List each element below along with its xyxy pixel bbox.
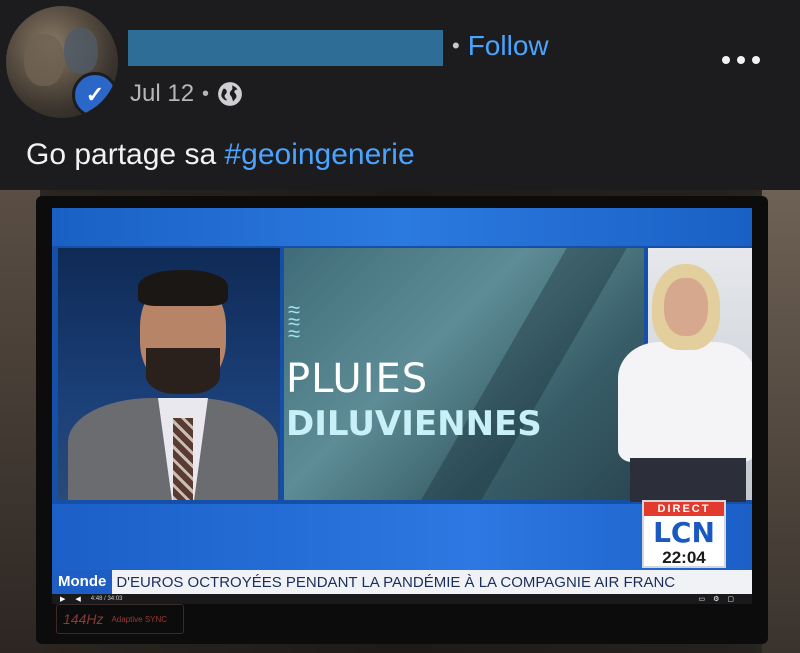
- background-wall: [0, 190, 40, 653]
- avatar-photo-part: [64, 28, 98, 74]
- graphic-stripe: [421, 248, 627, 500]
- follow-group: • Follow: [452, 28, 549, 64]
- post-caption: Go partage sa #geoingenerie: [26, 138, 415, 172]
- follow-button[interactable]: Follow: [468, 30, 549, 62]
- anchor-beard: [146, 348, 220, 394]
- post-date[interactable]: Jul 12: [130, 80, 194, 108]
- avatar-photo-part: [24, 34, 64, 86]
- separator-dot: •: [452, 33, 460, 58]
- player-settings-icons: ▭⚙▢: [698, 596, 742, 603]
- video-player-controls: ▶ ◀ 4:48 / 34:03 ▭⚙▢: [52, 594, 752, 604]
- weather-title-line2: DILUVIENNES: [286, 404, 542, 444]
- author-name-redacted[interactable]: [128, 30, 443, 66]
- channel-bug: DIRECT LCN 22:04: [642, 500, 726, 568]
- tv-screen: ≈ ≈ ≈ PLUIES DILUVIENNES DIRECT LCN 22:04 …: [52, 208, 752, 604]
- sync-label: Adaptive SYNC: [111, 614, 168, 624]
- presenter-blouse: [618, 342, 752, 462]
- caption-hashtag-link[interactable]: #geoingenerie: [224, 138, 414, 171]
- player-time: 4:48 / 34:03: [90, 596, 123, 602]
- anchor-tie: [173, 418, 193, 500]
- live-badge: DIRECT: [644, 502, 724, 516]
- verified-badge-icon: ✓: [72, 72, 118, 118]
- broadcast-time: 22:04: [662, 548, 706, 567]
- anchor-video: [58, 248, 280, 500]
- ticker-text: D'EUROS OCTROYÉES PENDANT LA PANDÉMIE À …: [116, 573, 676, 591]
- weather-title-line1: PLUIES: [286, 356, 429, 402]
- top-graphic-band: [52, 208, 752, 246]
- more-horizontal-icon[interactable]: [722, 52, 760, 68]
- weather-graphic: ≈ ≈ ≈ PLUIES DILUVIENNES: [284, 248, 644, 500]
- waves-icon: ≈ ≈ ≈: [288, 297, 301, 346]
- author-avatar[interactable]: ✓: [6, 6, 118, 118]
- post-header: ✓ • Follow Jul 12 •: [0, 0, 800, 130]
- play-icon: ▶: [60, 596, 66, 603]
- post-photo[interactable]: ≈ ≈ ≈ PLUIES DILUVIENNES DIRECT LCN 22:04 …: [0, 190, 800, 653]
- post-meta: Jul 12 •: [130, 80, 243, 108]
- caption-text: Go partage sa: [26, 138, 225, 171]
- ticker-label: Monde: [52, 570, 113, 594]
- globe-icon: [218, 82, 242, 106]
- anchor-hair: [138, 270, 228, 306]
- refresh-rate-label: 144Hz: [63, 611, 104, 627]
- news-ticker: Monde D'EUROS OCTROYÉES PENDANT LA PANDÉ…: [52, 570, 752, 594]
- separator-dot: •: [202, 82, 210, 105]
- presenter-face: [664, 278, 708, 336]
- presenter-pants: [630, 458, 746, 502]
- channel-logo: LCN: [653, 516, 715, 549]
- monitor-logo: 144Hz Adaptive SYNC: [56, 604, 184, 634]
- volume-icon: ◀: [75, 596, 81, 603]
